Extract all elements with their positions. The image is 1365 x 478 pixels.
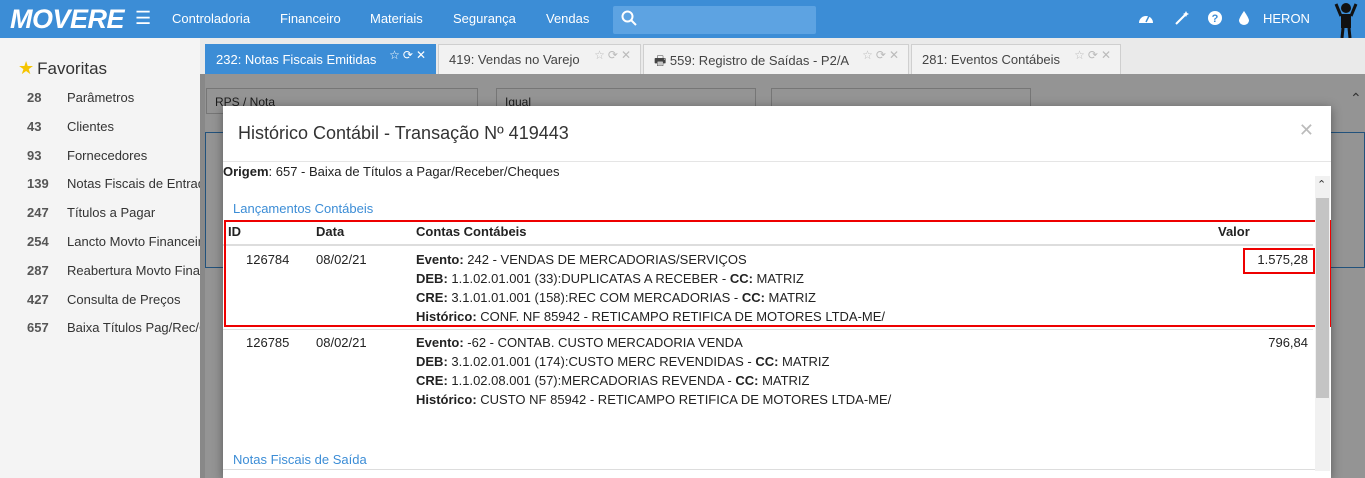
sidebar-item[interactable]: 657 Baixa Títulos Pag/Rec/Cheques	[0, 320, 200, 340]
sidebar-item[interactable]: 254 Lancto Movto Financeiro	[0, 234, 200, 254]
row-debito: DEB: 3.1.02.01.001 (174):CUSTO MERC REVE…	[416, 354, 830, 369]
tab-controls[interactable]: ☆⟳✕	[862, 48, 902, 62]
tab-registro-saidas[interactable]: 🖶 559: Registro de Saídas - P2/A ☆⟳✕	[643, 44, 909, 74]
historico-contabil-modal: Histórico Contábil - Transação Nº 419443…	[223, 106, 1331, 478]
page-scroll-up-icon[interactable]: ⌃	[1350, 90, 1362, 107]
avatar[interactable]	[1334, 0, 1358, 38]
nav-financeiro[interactable]: Financeiro	[280, 11, 341, 26]
favorites-title: ★ Favoritas	[18, 58, 108, 78]
modal-title: Histórico Contábil - Transação Nº 419443	[238, 123, 569, 143]
help-icon[interactable]: ?	[1208, 11, 1222, 28]
origem-text: Origem: 657 - Baixa de Títulos a Pagar/R…	[223, 164, 560, 179]
row-id: 126785	[246, 335, 290, 350]
sidebar-item-number: 247	[27, 205, 49, 221]
dashboard-icon[interactable]	[1138, 11, 1154, 28]
tab-eventos-contabeis[interactable]: 281: Eventos Contábeis ☆⟳✕	[911, 44, 1121, 74]
highlight-box-row	[224, 220, 1331, 327]
row-date: 08/02/21	[316, 335, 367, 350]
sidebar-item-label: Fornecedores	[67, 147, 148, 163]
row-valor: 796,84	[1268, 335, 1308, 350]
highlight-box-valor	[1243, 248, 1315, 274]
sidebar-item-label: Lancto Movto Financeiro	[67, 234, 200, 249]
svg-text:?: ?	[1212, 13, 1219, 25]
sidebar-item-label: Consulta de Preços	[67, 291, 181, 307]
tab-controls[interactable]: ☆⟳✕	[594, 48, 634, 62]
tab-vendas-varejo[interactable]: 419: Vendas no Varejo ☆⟳✕	[438, 44, 641, 74]
sidebar-item[interactable]: 287 Reabertura Movto Financeiro	[0, 263, 200, 283]
print-icon: 🖶	[654, 53, 670, 68]
sidebar-item-label: Baixa Títulos Pag/Rec/Cheques	[67, 320, 200, 336]
tab-notas-fiscais-emitidas[interactable]: 232: Notas Fiscais Emitidas ☆⟳✕	[205, 44, 436, 74]
tab-controls[interactable]: ☆⟳✕	[389, 48, 429, 62]
sidebar-item[interactable]: 247 Títulos a Pagar	[0, 205, 200, 225]
scroll-up-icon[interactable]: ⌃	[1317, 178, 1326, 191]
table-row[interactable]: 126785 08/02/21 Evento: -62 - CONTAB. CU…	[223, 335, 1313, 411]
divider	[223, 161, 1331, 162]
sidebar-item-number: 139	[27, 176, 49, 192]
row-historico: Histórico: CUSTO NF 85942 - RETICAMPO RE…	[416, 392, 892, 407]
sidebar-item[interactable]: 93 Fornecedores	[0, 148, 200, 168]
nav-materiais[interactable]: Materiais	[370, 11, 423, 26]
sidebar-item[interactable]: 139 Notas Fiscais de Entrada	[0, 176, 200, 196]
sidebar-item-label: Notas Fiscais de Entrada	[67, 176, 200, 192]
modal-scrollbar[interactable]: ⌃	[1315, 176, 1330, 471]
divider	[223, 469, 1315, 470]
menu-icon[interactable]: ☰	[135, 8, 151, 29]
magic-wand-icon[interactable]	[1175, 11, 1189, 28]
sidebar-item-number: 427	[27, 291, 49, 307]
sidebar-item-number: 254	[27, 234, 49, 249]
section-lancamentos[interactable]: Lançamentos Contábeis	[233, 201, 373, 216]
sidebar-item-label: Títulos a Pagar	[67, 205, 156, 221]
brand-logo[interactable]: MOVERE	[10, 4, 125, 35]
close-icon[interactable]: ✕	[1299, 120, 1314, 141]
tab-controls[interactable]: ☆⟳✕	[1074, 48, 1114, 62]
drop-icon[interactable]	[1239, 11, 1249, 28]
sidebar-item[interactable]: 28 Parâmetros	[0, 90, 200, 110]
user-name[interactable]: HERON	[1263, 11, 1310, 26]
sidebar-item-label: Parâmetros	[67, 90, 135, 105]
nav-vendas[interactable]: Vendas	[546, 11, 589, 26]
row-credito: CRE: 1.1.02.08.001 (57):MERCADORIAS REVE…	[416, 373, 810, 388]
sidebar-item-label: Reabertura Movto Financeiro	[67, 262, 200, 278]
row-evento: Evento: -62 - CONTAB. CUSTO MERCADORIA V…	[416, 335, 743, 350]
scrollbar-thumb[interactable]	[1316, 198, 1329, 398]
search-input[interactable]	[613, 6, 816, 34]
sidebar-item-number: 43	[27, 118, 42, 134]
sidebar-item[interactable]: 43 Clientes	[0, 119, 200, 139]
top-navbar: MOVERE ☰ Controladoria Financeiro Materi…	[0, 0, 1365, 38]
search-icon	[621, 10, 637, 26]
sidebar-item[interactable]: 427 Consulta de Preços	[0, 292, 200, 312]
nav-seguranca[interactable]: Segurança	[453, 11, 516, 26]
nav-controladoria[interactable]: Controladoria	[172, 11, 250, 26]
star-icon: ★	[18, 58, 35, 78]
section-notas-fiscais-saida[interactable]: Notas Fiscais de Saída	[233, 452, 367, 467]
sidebar-item-number: 93	[27, 147, 42, 163]
sidebar-item-number: 657	[27, 320, 49, 336]
sidebar-item-number: 28	[27, 90, 42, 105]
sidebar-item-number: 287	[27, 262, 49, 278]
sidebar-item-label: Clientes	[67, 118, 114, 134]
divider	[223, 329, 1313, 330]
